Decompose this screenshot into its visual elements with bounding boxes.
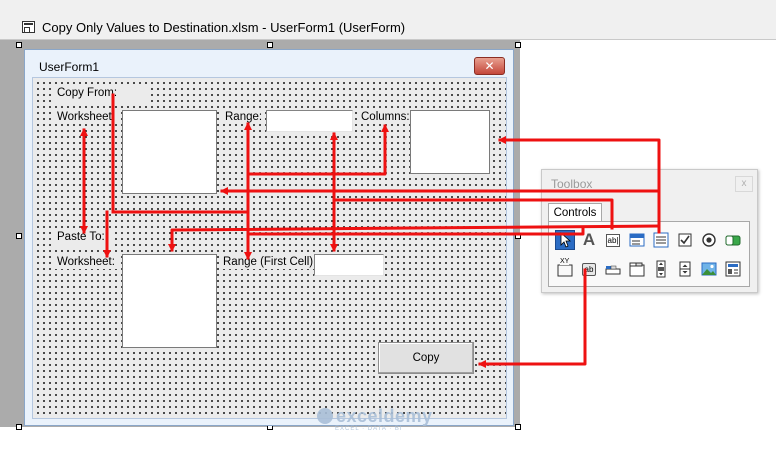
exceldemy-watermark: exceldemy EXCEL · DATA · BI — [317, 406, 433, 432]
label-icon[interactable]: A — [579, 230, 599, 250]
label-worksheet-source[interactable]: Worksheet: — [55, 110, 117, 124]
tab-controls[interactable]: Controls — [548, 203, 602, 222]
userform-close-button[interactable]: ✕ — [474, 57, 505, 75]
listbox-columns[interactable] — [410, 110, 490, 174]
toolbox-title: Toolbox — [551, 177, 593, 191]
resize-handle-bottom-left[interactable] — [16, 424, 22, 430]
designer-canvas-bottom — [0, 427, 520, 451]
textbox-range-first-cell[interactable] — [314, 254, 384, 276]
tabstrip-icon[interactable] — [603, 259, 623, 279]
label-worksheet-dest[interactable]: Worksheet: — [55, 255, 117, 269]
textbox-icon[interactable]: ab| — [603, 230, 623, 250]
window-title: Copy Only Values to Destination.xlsm - U… — [42, 20, 406, 35]
image-icon[interactable] — [699, 259, 719, 279]
label-copy-from[interactable]: Copy From: — [55, 86, 151, 104]
commandbutton-glyph: ab — [581, 262, 597, 276]
listbox-worksheet-dest[interactable] — [122, 254, 217, 348]
label-range-first-cell[interactable]: Range (First Cell): — [221, 255, 319, 269]
userform-window-icon — [22, 21, 35, 33]
watermark-brand: exceldemy — [336, 406, 433, 426]
label-columns[interactable]: Columns: — [359, 110, 412, 124]
listbox-worksheet-source[interactable] — [122, 110, 217, 194]
label-range[interactable]: Range: — [223, 110, 265, 124]
multipage-icon[interactable] — [627, 259, 647, 279]
resize-handle-bottom-right[interactable] — [515, 424, 521, 430]
label-glyph: A — [582, 230, 596, 249]
resize-handle-mid-left[interactable] — [16, 233, 22, 239]
spinbutton-icon[interactable] — [675, 259, 695, 279]
copy-button[interactable]: Copy — [378, 342, 474, 374]
resize-handle-top-left[interactable] — [16, 42, 22, 48]
frame-icon[interactable]: XY — [555, 258, 575, 279]
optionbutton-icon[interactable] — [699, 230, 719, 250]
scrollbar-icon[interactable] — [651, 259, 671, 279]
designer-title-bar: Copy Only Values to Destination.xlsm - U… — [0, 0, 776, 40]
toolbox-close-button[interactable]: x — [735, 176, 753, 192]
commandbutton-icon[interactable]: ab — [579, 259, 599, 279]
resize-handle-top-right[interactable] — [515, 42, 521, 48]
refedit-icon[interactable] — [723, 259, 743, 279]
watermark-tagline: EXCEL · DATA · BI — [335, 426, 403, 432]
combobox-icon[interactable] — [627, 230, 647, 250]
resize-handle-mid-right[interactable] — [515, 233, 521, 239]
frame-glyph: XY — [560, 258, 570, 265]
textbox-glyph: ab| — [605, 233, 621, 247]
checkbox-icon[interactable] — [675, 230, 695, 250]
userform-caption: UserForm1 — [39, 60, 100, 74]
textbox-range[interactable] — [266, 110, 353, 132]
select-objects-icon[interactable] — [555, 230, 575, 250]
label-paste-to[interactable]: Paste To: — [55, 230, 115, 248]
toolbox-window[interactable]: Toolbox x Controls A ab| XY ab — [541, 169, 758, 293]
exceldemy-logo-icon — [317, 408, 333, 424]
listbox-icon[interactable] — [651, 230, 671, 250]
toolbox-controls-panel: A ab| XY ab — [548, 221, 750, 287]
togglebutton-icon[interactable] — [723, 230, 743, 250]
resize-handle-top-mid[interactable] — [267, 42, 273, 48]
